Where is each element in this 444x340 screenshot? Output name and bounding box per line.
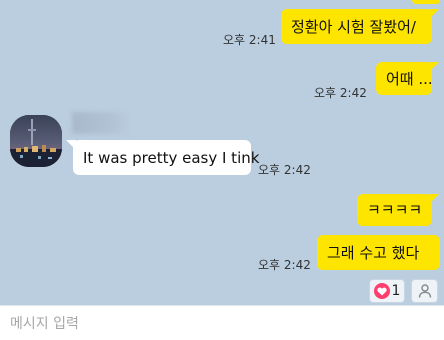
message-text: It was pretty easy I tink — [83, 148, 260, 167]
message-text: 정환아 시험 잘봤어/ — [291, 17, 416, 36]
message-text: 그래 수고 했다 — [327, 243, 420, 262]
previous-message-bubble-edge — [412, 0, 440, 4]
message-time: 오후 2:41 — [223, 33, 276, 47]
reaction-count: 1 — [391, 283, 401, 299]
sender-avatar[interactable] — [10, 115, 62, 167]
message-input[interactable] — [10, 314, 430, 334]
profile-photo-image — [10, 115, 62, 167]
person-icon — [418, 284, 431, 298]
message-input-bar — [0, 305, 444, 340]
incoming-message-bubble[interactable]: It was pretty easy I tink — [66, 140, 259, 175]
message-text: ㅋㅋㅋㅋ — [367, 201, 423, 219]
heart-reaction-button[interactable]: 1 — [369, 279, 405, 303]
outgoing-message-bubble[interactable]: 어때 ... — [376, 62, 439, 95]
outgoing-message-bubble[interactable]: 정환아 시험 잘봤어/ — [281, 9, 439, 44]
heart-icon — [373, 283, 390, 299]
message-time: 오후 2:42 — [258, 163, 311, 177]
profile-reaction-button[interactable] — [411, 279, 438, 303]
sender-name — [72, 112, 132, 134]
outgoing-message-bubble[interactable]: ㅋㅋㅋㅋ — [357, 194, 439, 226]
message-text: 어때 ... — [386, 69, 433, 88]
message-time: 오후 2:42 — [258, 258, 311, 272]
chat-message-area[interactable]: 오후 2:41 정환아 시험 잘봤어/ 오후 2:42 어때 ... It wa… — [0, 0, 444, 305]
message-time: 오후 2:42 — [314, 86, 367, 100]
outgoing-message-bubble[interactable]: 그래 수고 했다 — [317, 235, 440, 270]
